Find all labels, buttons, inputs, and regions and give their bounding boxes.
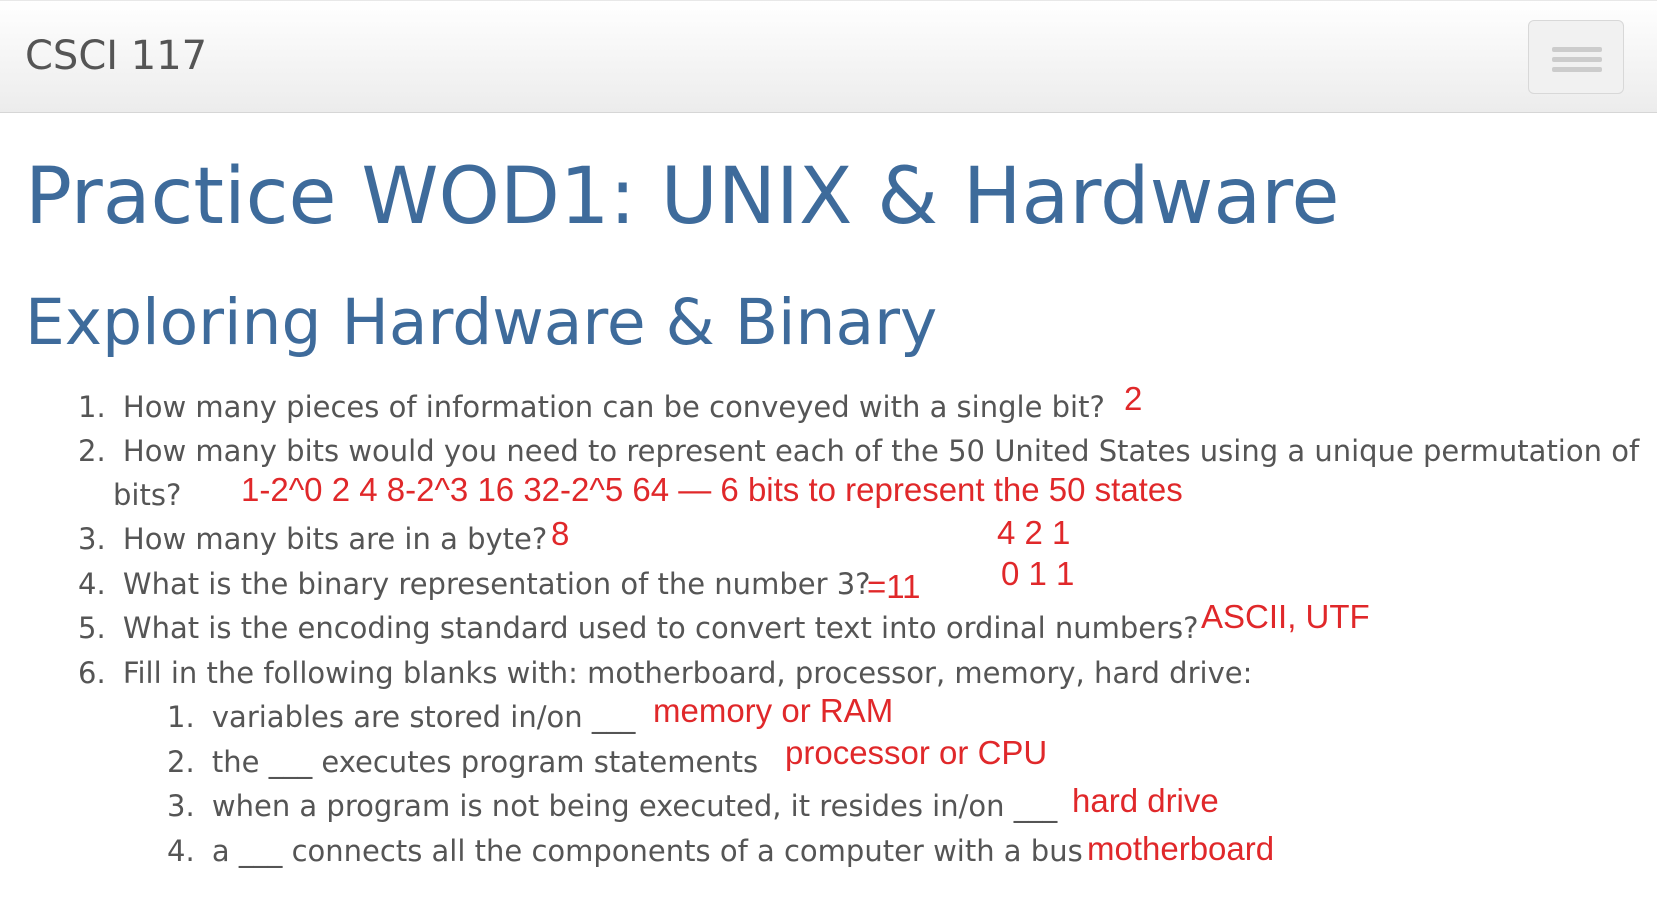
navbar: CSCI 117 (0, 0, 1657, 113)
question-text: What is the binary representation of the… (122, 567, 871, 601)
answer-annotation-s2: processor or CPU (785, 734, 1048, 771)
answer-annotation-s1: memory or RAM (653, 692, 894, 729)
question-number: 2. (78, 434, 106, 468)
question-text: What is the encoding standard used to co… (122, 611, 1199, 645)
question-number: 5. (78, 611, 106, 645)
subquestion-item: 2. the ___ executes program statements (167, 745, 758, 779)
question-number: 6. (78, 656, 106, 690)
question-number: 4. (78, 567, 106, 601)
page-title: Practice WOD1: UNIX & Hardware (25, 152, 1340, 242)
subquestion-text: variables are stored in/on ___ (211, 700, 636, 734)
binary-digits-annotation: 0 1 1 (1001, 555, 1075, 592)
answer-annotation-q1: 2 (1124, 380, 1143, 417)
question-text: How many bits would you need to represen… (122, 434, 1640, 468)
question-item: 3. How many bits are in a byte? (78, 522, 547, 556)
question-text: Fill in the following blanks with: mothe… (122, 656, 1253, 690)
subquestion-item: 4. a ___ connects all the components of … (167, 834, 1083, 868)
question-item: 5. What is the encoding standard used to… (78, 611, 1199, 645)
subquestion-number: 3. (167, 789, 195, 823)
question-item: 1. How many pieces of information can be… (78, 390, 1105, 424)
hamburger-menu-button[interactable] (1528, 20, 1624, 94)
subquestion-item: 1. variables are stored in/on ___ (167, 700, 635, 734)
question-text: How many bits are in a byte? (122, 522, 548, 556)
brand-link[interactable]: CSCI 117 (25, 33, 207, 79)
answer-annotation-q3: 8 (551, 515, 570, 552)
subquestion-text: the ___ executes program statements (211, 745, 759, 779)
answer-annotation-s4: motherboard (1087, 830, 1275, 867)
subquestion-text: a ___ connects all the components of a c… (211, 834, 1083, 868)
subquestion-number: 4. (167, 834, 195, 868)
subquestion-number: 2. (167, 745, 195, 779)
section-title: Exploring Hardware & Binary (25, 286, 938, 359)
answer-annotation-s3: hard drive (1072, 782, 1219, 819)
question-number: 1. (78, 390, 106, 424)
question-item: 2. How many bits would you need to repre… (78, 434, 1639, 468)
question-item: 4. What is the binary representation of … (78, 567, 871, 601)
answer-annotation-q4: =11 (867, 568, 921, 605)
answer-annotation-q2: 1-2^0 2 4 8-2^3 16 32-2^5 64 — 6 bits to… (241, 471, 1183, 508)
question-text-continued: bits? (113, 478, 182, 512)
subquestion-item: 3. when a program is not being executed,… (167, 789, 1057, 823)
question-item: 6. Fill in the following blanks with: mo… (78, 656, 1252, 690)
question-number: 3. (78, 522, 106, 556)
answer-annotation-q5: ASCII, UTF (1201, 598, 1370, 635)
question-text: How many pieces of information can be co… (122, 390, 1105, 424)
subquestion-number: 1. (167, 700, 195, 734)
subquestion-text: when a program is not being executed, it… (211, 789, 1058, 823)
place-value-annotation: 4 2 1 (997, 514, 1071, 551)
